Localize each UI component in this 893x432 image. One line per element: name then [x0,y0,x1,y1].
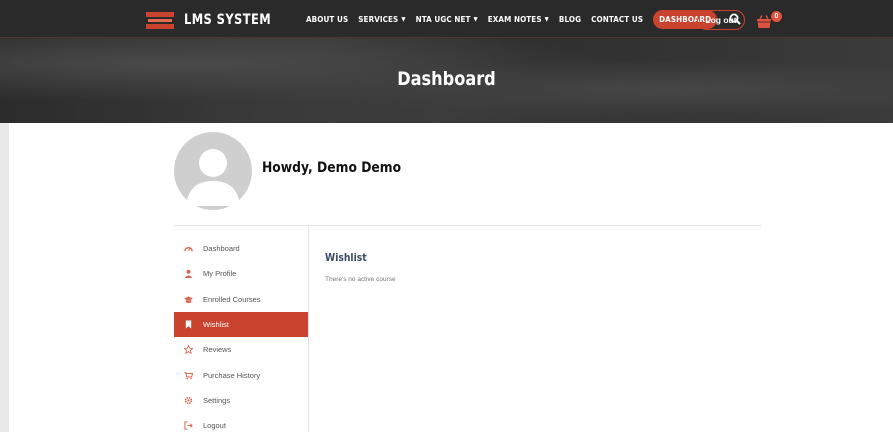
sidebar-item-enrolled-courses[interactable]: Enrolled Courses [174,287,308,312]
chevron-down-icon: ▼ [473,15,478,23]
top-navbar: LMS SYSTEM ABOUT US SERVICES ▼ NTA UGC NE… [0,0,893,38]
sidebar-item-settings[interactable]: Settings [174,388,308,413]
sidebar-item-label: Wishlist [203,320,229,330]
user-icon [185,270,192,279]
logout-icon [184,421,193,430]
sidebar-item-label: Dashboard [203,244,240,254]
nav-services[interactable]: SERVICES ▼ [358,15,405,24]
nav-contact-us[interactable]: CONTACT US [591,15,643,24]
gear-icon [184,396,193,405]
cart-button[interactable]: 0 [756,11,782,29]
cart-icon [184,371,193,379]
nav-exam-notes[interactable]: EXAM NOTES ▼ [488,15,549,24]
header-divider [174,225,761,226]
page-title: Dashboard [397,68,496,90]
sidebar-item-label: Reviews [203,345,232,355]
avatar [174,132,252,210]
chevron-down-icon: ▼ [544,15,549,23]
sidebar-item-label: Logout [203,421,226,431]
star-icon [184,345,193,355]
sidebar-item-label: Purchase History [203,370,261,380]
sidebar-item-reviews[interactable]: Reviews [174,337,308,362]
profile-greeting: Howdy, Demo Demo [262,160,402,176]
nav-about-us[interactable]: ABOUT US [306,15,348,24]
nav-nta-ugc-net[interactable]: NTA UGC NET ▼ [416,15,478,24]
chevron-down-icon: ▼ [401,15,406,23]
content-area [9,123,893,432]
bookmark-icon [185,320,192,329]
brand-name: LMS SYSTEM [184,12,272,28]
main-nav: ABOUT US SERVICES ▼ NTA UGC NET ▼ EXAM NOT… [306,9,741,29]
wishlist-title: Wishlist [325,252,367,264]
sidebar-item-my-profile[interactable]: My Profile [174,261,308,286]
nav-blog[interactable]: BLOG [559,15,581,24]
user-avatar-icon [186,149,240,206]
gauge-icon [184,247,193,252]
sidebar-item-purchase-history[interactable]: Purchase History [174,362,308,387]
cart-count-badge: 0 [771,11,782,22]
sidebar-item-label: My Profile [203,269,237,279]
sidebar-item-wishlist[interactable]: Wishlist [174,311,308,338]
logout-button[interactable]: Log out [697,10,745,30]
cart-icon [757,15,771,28]
sidebar-item-dashboard[interactable]: Dashboard [174,236,308,261]
sidebar-item-logout[interactable]: Logout [174,413,308,432]
wishlist-empty-message: There's no active course [325,276,396,283]
sidebar-item-label: Enrolled Courses [203,294,261,304]
graduation-cap-icon [184,296,193,303]
dashboard-sidebar: Dashboard My Profile Enrolled Courses Wi… [174,236,308,432]
sidebar-item-label: Settings [203,395,231,405]
sidebar-divider [308,226,309,432]
site-logo[interactable]: LMS SYSTEM [146,9,290,31]
logo-icon [146,10,174,30]
page-hero: Dashboard [0,38,893,123]
